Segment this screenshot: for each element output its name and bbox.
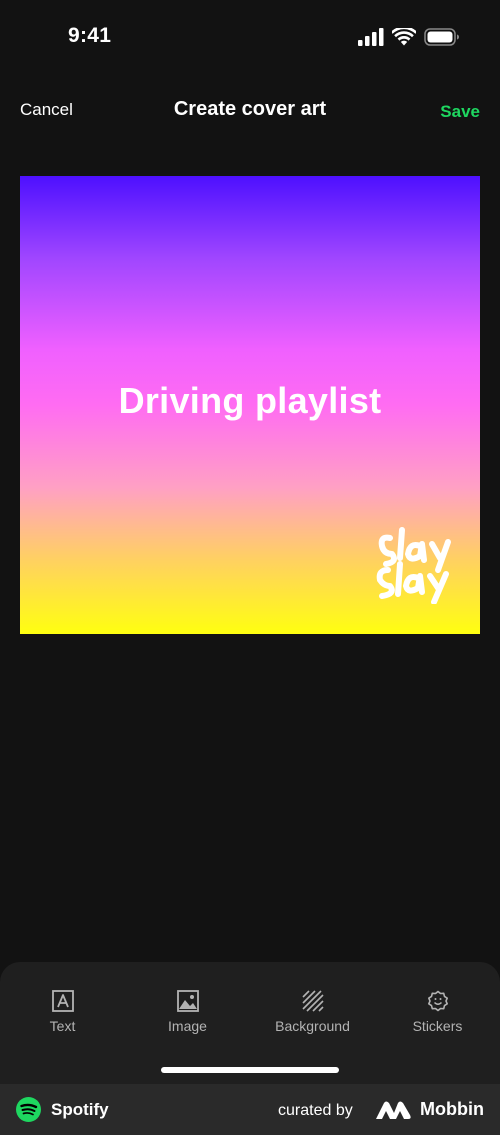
editor-toolbar: Text Image Background Stickers: [0, 962, 500, 1084]
status-time: 9:41: [68, 24, 112, 47]
cover-title-text[interactable]: Driving playlist: [20, 380, 480, 422]
status-icons: [358, 28, 460, 46]
text-icon: [51, 990, 74, 1012]
home-indicator[interactable]: [161, 1067, 339, 1073]
tool-background[interactable]: Background: [250, 990, 375, 1036]
tool-image-label: Image: [168, 1018, 207, 1034]
sticker-icon: [427, 990, 448, 1012]
cover-art-canvas[interactable]: Driving playlist: [20, 176, 480, 634]
background-icon: [301, 990, 324, 1012]
tool-background-label: Background: [275, 1018, 350, 1034]
save-button[interactable]: Save: [440, 102, 480, 122]
nav-header: Cancel Create cover art Save: [0, 92, 500, 130]
wifi-icon: [392, 28, 416, 46]
image-icon: [176, 990, 199, 1012]
footer-bar: Spotify curated by Mobbin: [0, 1084, 500, 1135]
footer-curated-by: curated by: [278, 1102, 353, 1119]
status-bar: 9:41: [0, 0, 500, 76]
tool-text[interactable]: Text: [0, 990, 125, 1036]
battery-icon: [424, 28, 459, 46]
signal-icon: [358, 28, 384, 46]
tool-text-label: Text: [49, 1018, 76, 1034]
slay-sticker[interactable]: [376, 526, 466, 604]
footer-app-name: Spotify: [51, 1100, 109, 1119]
page-title: Create cover art: [173, 98, 327, 120]
tool-image[interactable]: Image: [125, 990, 250, 1036]
mobbin-logo-icon: [376, 1101, 411, 1119]
tool-stickers[interactable]: Stickers: [375, 990, 500, 1036]
tool-stickers-label: Stickers: [412, 1018, 463, 1034]
spotify-logo-icon: [16, 1097, 41, 1122]
footer-brand: Mobbin: [420, 1099, 484, 1119]
